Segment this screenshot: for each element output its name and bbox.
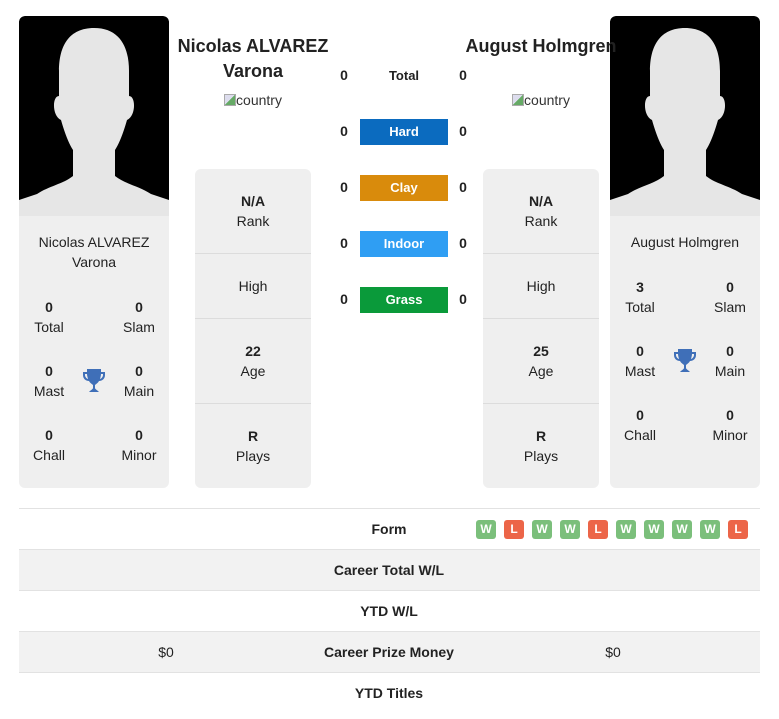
left-info-age: 22 Age	[195, 319, 311, 404]
right-player-country-flag: country	[461, 92, 621, 108]
left-value: $0	[158, 644, 174, 660]
left-stat-mast: 0 Mast	[33, 363, 65, 399]
h2h-label-total: Total	[388, 68, 420, 83]
form-loss-badge[interactable]: L	[728, 520, 748, 539]
right-info-plays: R Plays	[523, 428, 559, 464]
broken-image-icon	[224, 94, 237, 106]
trophy-icon	[82, 368, 106, 394]
h2h-left-value: 0	[340, 179, 348, 195]
right-stat-slam: 0 Slam	[714, 279, 746, 315]
comparison-table: Form WLWWLWWWWL Career Total W/L YTD W/L…	[19, 508, 760, 713]
trophy-icon	[673, 348, 697, 374]
row-label: Career Total W/L	[333, 562, 445, 578]
left-player-photo	[19, 16, 169, 216]
right-player-card-name: August Holmgren	[630, 234, 740, 250]
right-info-high: High	[483, 254, 599, 319]
right-player-info: N/A Rank High 25 Age R Plays	[483, 169, 599, 488]
right-stat-main: 0 Main	[714, 343, 746, 379]
form-win-badge[interactable]: W	[560, 520, 580, 539]
h2h-left-value: 0	[340, 235, 348, 251]
h2h-row-clay: 0 Clay 0	[330, 175, 480, 201]
form-loss-badge[interactable]: L	[504, 520, 524, 539]
right-player-name[interactable]: August Holmgren	[461, 34, 621, 59]
avatar-silhouette-icon	[610, 28, 760, 216]
h2h-left-value: 0	[340, 67, 348, 83]
right-stat-mast: 0 Mast	[624, 343, 656, 379]
surface-badge-clay: Clay	[360, 175, 448, 201]
form-loss-badge[interactable]: L	[588, 520, 608, 539]
form-win-badge[interactable]: W	[616, 520, 636, 539]
left-player-name[interactable]: Nicolas ALVAREZ Varona	[173, 34, 333, 84]
h2h-right-value: 0	[459, 235, 467, 251]
h2h-right-value: 0	[459, 291, 467, 307]
left-stat-main: 0 Main	[123, 363, 155, 399]
table-row-form: Form WLWWLWWWWL	[19, 508, 760, 549]
right-player-photo	[610, 16, 760, 216]
table-row: Career Total W/L	[19, 549, 760, 590]
right-stat-minor: 0 Minor	[712, 407, 748, 443]
left-stat-total: 0 Total	[34, 299, 64, 335]
h2h-right-value: 0	[459, 67, 467, 83]
left-player-card-name: Nicolas ALVAREZ Varona	[38, 234, 150, 270]
table-row: YTD W/L	[19, 590, 760, 631]
right-player-card: August Holmgren 3 Total 0 Slam 0 Mast 0 …	[610, 16, 760, 488]
left-info-rank: N/A Rank	[195, 169, 311, 254]
table-row: $0 Career Prize Money $0	[19, 631, 760, 672]
left-stat-minor: 0 Minor	[121, 427, 157, 463]
h2h-row-total: 0 Total 0	[330, 63, 480, 87]
left-player-info: N/A Rank High 22 Age R Plays	[195, 169, 311, 488]
form-win-badge[interactable]: W	[644, 520, 664, 539]
avatar-silhouette-icon	[19, 28, 169, 216]
form-win-badge[interactable]: W	[672, 520, 692, 539]
right-info-rank: N/A Rank	[483, 169, 599, 254]
left-info-high: High	[195, 254, 311, 319]
h2h-row-indoor: 0 Indoor 0	[330, 231, 480, 257]
left-info-plays: R Plays	[235, 428, 271, 464]
left-stat-slam: 0 Slam	[123, 299, 155, 335]
h2h-right-value: 0	[459, 179, 467, 195]
h2h-left-value: 0	[340, 123, 348, 139]
right-stat-total: 3 Total	[625, 279, 655, 315]
surface-badge-hard: Hard	[360, 119, 448, 145]
right-value: $0	[605, 644, 621, 660]
row-label: YTD Titles	[354, 685, 424, 701]
broken-image-icon	[512, 94, 525, 106]
row-label: Form	[371, 521, 407, 537]
surface-badge-grass: Grass	[360, 287, 448, 313]
form-win-badge[interactable]: W	[700, 520, 720, 539]
row-label: YTD W/L	[360, 603, 418, 619]
h2h-left-value: 0	[340, 291, 348, 307]
row-label: Career Prize Money	[324, 644, 454, 660]
surface-badge-indoor: Indoor	[360, 231, 448, 257]
h2h-row-grass: 0 Grass 0	[330, 287, 480, 313]
left-player-country-flag: country	[173, 92, 333, 108]
h2h-row-hard: 0 Hard 0	[330, 119, 480, 145]
right-form-badges: WLWWLWWWWL	[476, 520, 748, 539]
left-player-card: Nicolas ALVAREZ Varona 0 Total 0 Slam 0 …	[19, 16, 169, 488]
left-stat-chall: 0 Chall	[33, 427, 65, 463]
table-row: YTD Titles	[19, 672, 760, 713]
h2h-right-value: 0	[459, 123, 467, 139]
right-info-age: 25 Age	[483, 319, 599, 404]
form-win-badge[interactable]: W	[476, 520, 496, 539]
form-win-badge[interactable]: W	[532, 520, 552, 539]
right-stat-chall: 0 Chall	[624, 407, 656, 443]
